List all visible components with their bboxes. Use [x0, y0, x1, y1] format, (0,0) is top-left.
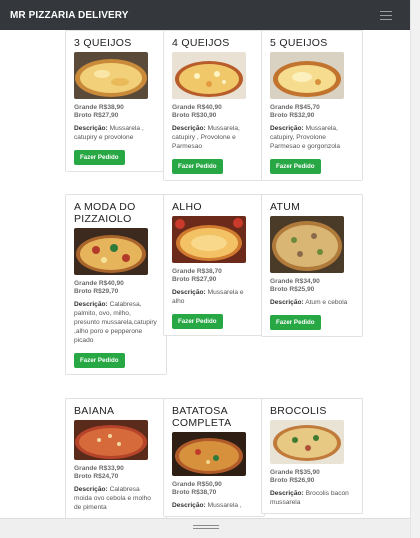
pizza-card-batatosa-completa: BATATOSA COMPLETA Grande R$50,90 Broto R… [163, 398, 265, 517]
pizza-image [74, 420, 148, 460]
pizza-name: ATUM [270, 201, 301, 213]
desc-label: Descrição: [74, 486, 108, 493]
price-grande: Grande R$40,90 [74, 280, 124, 287]
price-grande: Grande R$38,70 [172, 268, 222, 275]
pizza-description: Descrição: Brocolis bacon mussarela [270, 489, 354, 507]
pizza-image [270, 52, 344, 99]
pizza-name: 4 QUEIJOS [172, 37, 230, 49]
pizza-image [74, 228, 148, 275]
pizza-card-brocolis: BROCOLIS Grande R$35,90 Broto R$26,90 De… [261, 398, 363, 514]
pizza-image [270, 420, 344, 464]
pizza-name: 5 QUEIJOS [270, 37, 328, 49]
pizza-image [270, 216, 344, 273]
pizza-card-baiana: BAIANA Grande R$33,90 Broto R$24,70 Desc… [65, 398, 167, 519]
price-broto: Broto R$24,70 [74, 473, 119, 480]
price-broto: Broto R$27,90 [74, 112, 119, 119]
pizza-description: Descrição: Calabresa, palmito, ovo, milh… [74, 300, 158, 345]
order-button[interactable]: Fazer Pedido [172, 159, 223, 174]
order-button[interactable]: Fazer Pedido [270, 315, 321, 330]
pizza-name: ALHO [172, 201, 202, 213]
pizza-image [74, 52, 148, 99]
pizza-description: Descrição: Mussarela , catupiry e provol… [74, 124, 158, 142]
desc-label: Descrição: [270, 490, 304, 497]
desc-text: Atum e cebola [305, 299, 348, 306]
brand-title[interactable]: MR PIZZARIA DELIVERY [10, 10, 128, 21]
drag-handle-icon[interactable] [193, 525, 219, 530]
navbar: MR PIZZARIA DELIVERY [0, 0, 410, 30]
menu-toggle-icon[interactable] [378, 9, 394, 22]
order-button[interactable]: Fazer Pedido [74, 150, 125, 165]
desc-text: Mussarela , [207, 502, 242, 509]
price-broto: Broto R$32,90 [270, 112, 315, 119]
desc-label: Descrição: [172, 125, 206, 132]
pizza-description: Descrição: Mussarela , [172, 501, 256, 510]
order-button[interactable]: Fazer Pedido [172, 314, 223, 329]
price-grande: Grande R$40,90 [172, 104, 222, 111]
price-broto: Broto R$27,90 [172, 276, 217, 283]
pizza-description: Descrição: Mussarela, catupiry , Provolo… [172, 124, 256, 151]
price-grande: Grande R$38,90 [74, 104, 124, 111]
pizza-name: A MODA DO PIZZAIOLO [74, 201, 136, 225]
pizza-description: Descrição: Atum e cebola [270, 298, 354, 307]
pizza-image [172, 52, 246, 99]
price-grande: Grande R$35,90 [270, 469, 320, 476]
desc-label: Descrição: [74, 301, 108, 308]
desc-label: Descrição: [270, 299, 304, 306]
pizza-card-5-queijos: 5 QUEIJOS Grande R$45,70 Broto R$32,90 D… [261, 30, 363, 181]
pizza-description: Descrição: Mussarela e alho [172, 288, 256, 306]
order-button[interactable]: Fazer Pedido [270, 159, 321, 174]
pizza-name: BAIANA [74, 405, 115, 417]
pizza-image [172, 432, 246, 476]
pizza-card-alho: ALHO Grande R$38,70 Broto R$27,90 Descri… [163, 194, 265, 336]
pizza-name: BATATOSA COMPLETA [172, 405, 232, 429]
price-grande: Grande R$33,90 [74, 465, 124, 472]
price-broto: Broto R$25,90 [270, 286, 315, 293]
pizza-image [172, 216, 246, 263]
pizza-name: BROCOLIS [270, 405, 327, 417]
desc-label: Descrição: [172, 289, 206, 296]
pizza-card-atum: ATUM Grande R$34,90 Broto R$25,90 Descri… [261, 194, 363, 337]
price-broto: Broto R$30,90 [172, 112, 217, 119]
price-grande: Grande R$50,90 [172, 481, 222, 488]
order-button[interactable]: Fazer Pedido [74, 353, 125, 368]
pizza-description: Descrição: Mussarela, catupiry, Provolon… [270, 124, 354, 151]
desc-label: Descrição: [172, 502, 206, 509]
scrollbar[interactable] [410, 0, 420, 538]
desc-label: Descrição: [74, 125, 108, 132]
pizza-card-3-queijos: 3 QUEIJOS Grande R$38,90 Broto R$27,90 D… [65, 30, 167, 172]
price-broto: Broto R$29,70 [74, 288, 119, 295]
pizza-card-a-moda-do-pizzaiolo: A MODA DO PIZZAIOLO Grande R$40,90 Broto… [65, 194, 167, 375]
price-grande: Grande R$45,70 [270, 104, 320, 111]
pizza-name: 3 QUEIJOS [74, 37, 132, 49]
pizza-description: Descrição: Calabresa moida ovo cebola e … [74, 485, 158, 512]
bottom-bar [0, 518, 410, 538]
pizza-card-4-queijos: 4 QUEIJOS Grande R$40,90 Broto R$30,90 D… [163, 30, 265, 181]
desc-label: Descrição: [270, 125, 304, 132]
price-broto: Broto R$26,90 [270, 477, 315, 484]
price-grande: Grande R$34,90 [270, 278, 320, 285]
price-broto: Broto R$38,70 [172, 489, 217, 496]
